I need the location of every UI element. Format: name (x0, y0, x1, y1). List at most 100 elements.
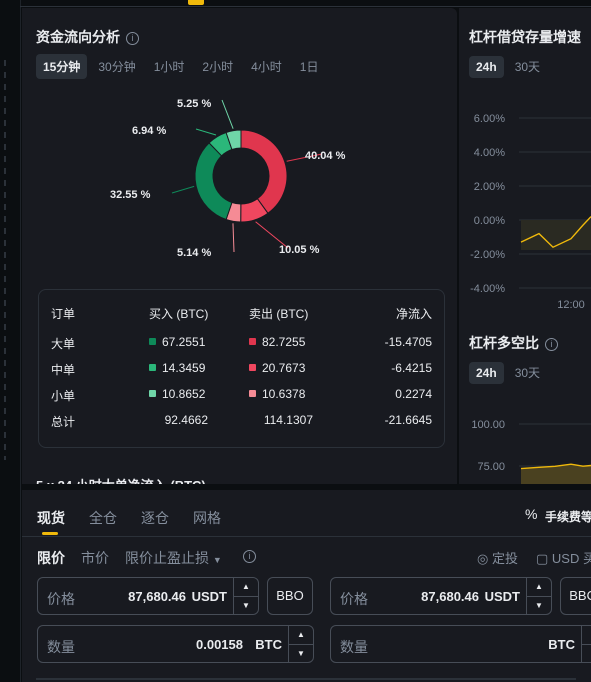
left-strip (0, 0, 21, 682)
info-icon[interactable]: i (243, 550, 256, 563)
margin-growth-chart: 6.00% 4.00% 2.00% 0.00% -2.00% -4.00% 12:00 (470, 113, 591, 308)
pct-label-sell-large: 40.04 % (305, 150, 346, 162)
price-stepper[interactable]: ▲ ▼ (233, 578, 258, 614)
y-tick-label: 0.00% (474, 215, 505, 227)
leader-line-buy-medium (195, 128, 217, 136)
legend-swatch (249, 338, 256, 345)
tab-grid[interactable]: 网格 (193, 508, 221, 528)
amount-slider-track[interactable] (36, 678, 576, 680)
bag-icon: ▢ (536, 551, 549, 566)
dca-label: 定投 (491, 551, 518, 566)
sell-value: 20.7673 (262, 361, 306, 375)
y-tick-label: -2.00% (470, 249, 505, 261)
table-row: 中单 14.3459 20.7673 -6.4215 (39, 361, 444, 377)
stepper-up-icon[interactable]: ▲ (582, 626, 591, 645)
percent-icon[interactable]: % (525, 506, 537, 522)
usd-buy-label: USD 买 (551, 551, 591, 566)
margin-panel: 杠杆借贷存量增速 24h 30天 6.00% 4.00% 2.00% 0.00% -2.… (459, 8, 591, 484)
dca-button[interactable]: ◎ 定投 (477, 548, 518, 567)
buy-value: 67.2551 (162, 335, 206, 349)
sell-cell: 82.7255 (249, 335, 305, 349)
y-tick-label: -4.00% (470, 283, 505, 295)
order-type-market[interactable]: 市价 (81, 548, 109, 568)
stepper-up-icon[interactable]: ▲ (527, 578, 551, 597)
sell-cell: 20.7673 (249, 361, 305, 375)
legend-swatch (149, 338, 156, 345)
net-value: -15.4705 (384, 335, 432, 349)
price-stepper[interactable]: ▲ ▼ (526, 578, 551, 614)
margin-growth-title: 杠杆借贷存量增速 (469, 29, 581, 45)
info-icon[interactable]: i (545, 338, 558, 351)
margin-growth-tabs: 24h 30天 (469, 54, 547, 79)
y-tick-label: 6.00% (474, 113, 505, 125)
qty-stepper[interactable]: ▲▼ (581, 626, 591, 662)
pct-label-buy-small: 5.25 % (177, 98, 212, 110)
tab-24h[interactable]: 24h (469, 361, 504, 384)
capital-flow-panel: 资金流向分析 i 15分钟 30分钟 1小时 2小时 4小时 1日 40.04 %… (22, 8, 457, 484)
long-short-chart: 100.00 75.00 (471, 419, 591, 484)
leader-line-buy-small (221, 99, 234, 129)
stepper-up-icon[interactable]: ▲ (289, 626, 313, 645)
stepper-down-icon[interactable]: ▼ (289, 645, 313, 663)
header-buy: 买入 (BTC) (149, 307, 209, 321)
buy-bbo-button[interactable]: BBO (267, 577, 313, 615)
tab-spot[interactable]: 现货 (37, 508, 65, 528)
tab-30d[interactable]: 30天 (508, 360, 547, 385)
stepper-down-icon[interactable]: ▼ (527, 597, 551, 615)
pct-label-sell-small: 5.14 % (177, 247, 212, 259)
sell-value: 82.7255 (262, 335, 306, 349)
qty-unit: BTC (255, 637, 282, 652)
stepper-up-icon[interactable]: ▲ (234, 578, 258, 597)
net-value: 0.2274 (395, 387, 432, 401)
active-tab-underline (42, 532, 58, 535)
flow-table: 订单 买入 (BTC) 卖出 (BTC) 净流入 大单 67.2551 82.7… (38, 289, 445, 448)
tab-30d[interactable]: 30天 (508, 54, 547, 79)
stop-limit-label: 限价止盈止损 (125, 550, 209, 566)
fee-link[interactable]: 手续费等 (545, 508, 591, 525)
order-type-limit[interactable]: 限价 (37, 548, 65, 568)
pct-label-buy-medium: 6.94 % (132, 125, 167, 137)
pct-label-buy-large: 32.55 % (110, 189, 151, 201)
top-divider (20, 6, 591, 7)
sell-value: 10.6378 (262, 387, 306, 401)
header-net: 净流入 (395, 307, 432, 321)
next-section-title: 5 x 24 小时大单净流入 (BTC) (36, 475, 206, 484)
qty-unit: BTC (548, 637, 575, 652)
qty-stepper[interactable]: ▲▼ (288, 626, 313, 662)
buy-cell: 10.8652 (149, 387, 205, 401)
buy-total: 92.4662 (164, 413, 208, 427)
sell-total: 114.1307 (263, 413, 313, 427)
stepper-down-icon[interactable]: ▼ (582, 645, 591, 663)
order-type-stop-limit[interactable]: 限价止盈止损 ▼ (125, 548, 222, 568)
legend-swatch (249, 390, 256, 397)
tab-24h[interactable]: 24h (469, 55, 504, 78)
sell-qty-field[interactable]: 数量 BTC ▲▼ (330, 625, 591, 663)
tab-isolated[interactable]: 逐仓 (141, 508, 169, 528)
sell-bbo-button[interactable]: BBO (560, 577, 591, 615)
legend-swatch (249, 364, 256, 371)
leader-line-buy-large (171, 185, 195, 194)
buy-price-field[interactable]: 价格 87,680.46 USDT ▲ ▼ (37, 577, 259, 615)
qty-value: 0.00158 (196, 637, 243, 652)
long-short-title-text: 杠杆多空比 (469, 335, 539, 351)
leader-line-sell-small (232, 223, 235, 253)
header-sell: 卖出 (BTC) (249, 307, 309, 321)
stepper-down-icon[interactable]: ▼ (234, 597, 258, 615)
row-name: 小单 (51, 389, 76, 403)
y-tick-label: 2.00% (474, 181, 505, 193)
legend-swatch (149, 390, 156, 397)
row-name: 中单 (51, 363, 76, 377)
table-row-total: 总计 92.4662 114.1307 -21.6645 (39, 413, 444, 429)
trade-panel: 现货 全仓 逐仓 网格 % 手续费等 限价 市价 限价止盈止损 ▼ i ◎ 定投… (22, 490, 591, 682)
sell-price-field[interactable]: 价格 87,680.46 USDT ▲ ▼ (330, 577, 552, 615)
buy-value: 10.8652 (162, 387, 206, 401)
tab-cross[interactable]: 全仓 (89, 508, 117, 528)
donut-slice-sell-large (240, 129, 288, 215)
row-name: 大单 (51, 337, 76, 351)
net-total: -21.6645 (384, 413, 432, 427)
table-row: 大单 67.2551 82.7255 -15.4705 (39, 335, 444, 351)
legend-swatch (149, 364, 156, 371)
buy-qty-field[interactable]: 数量 0.00158 BTC ▲ ▼ (37, 625, 314, 663)
usd-buy-button[interactable]: ▢ USD 买 (536, 548, 591, 567)
row-name: 总计 (51, 415, 76, 429)
